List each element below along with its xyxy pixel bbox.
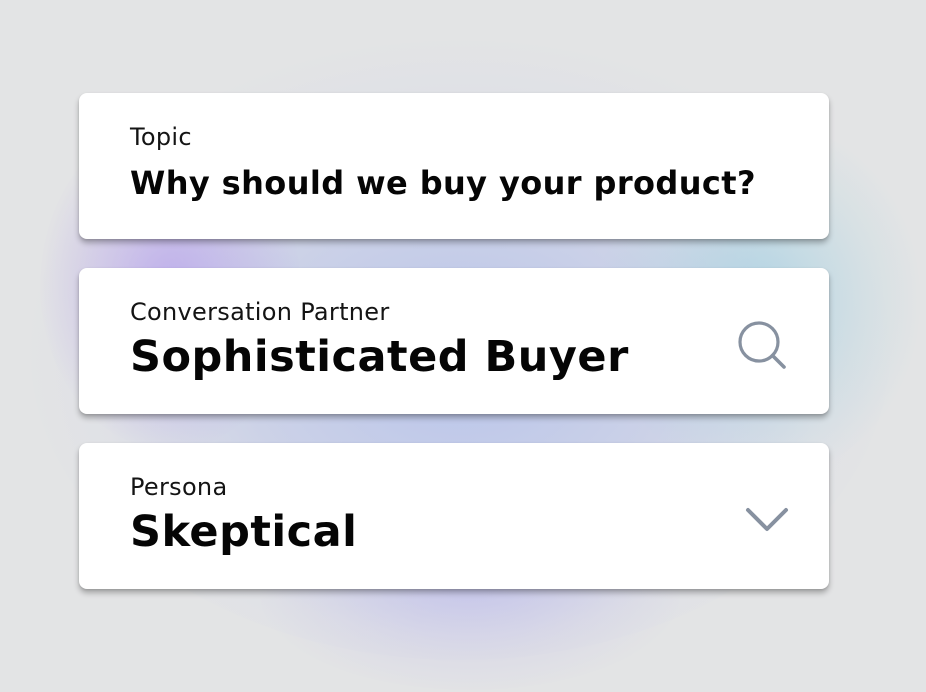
conversation-partner-field[interactable]: Conversation Partner Sophisticated Buyer [79,268,829,414]
persona-label: Persona [130,473,228,501]
persona-value: Skeptical [130,507,358,557]
conversation-partner-label: Conversation Partner [130,298,390,326]
persona-field[interactable]: Persona Skeptical [79,443,829,589]
search-icon[interactable] [735,318,789,372]
topic-label: Topic [130,123,192,151]
topic-value: Why should we buy your product? [130,164,756,202]
chevron-down-icon[interactable] [743,501,791,537]
conversation-partner-value: Sophisticated Buyer [130,332,629,382]
topic-field[interactable]: Topic Why should we buy your product? [79,93,829,239]
